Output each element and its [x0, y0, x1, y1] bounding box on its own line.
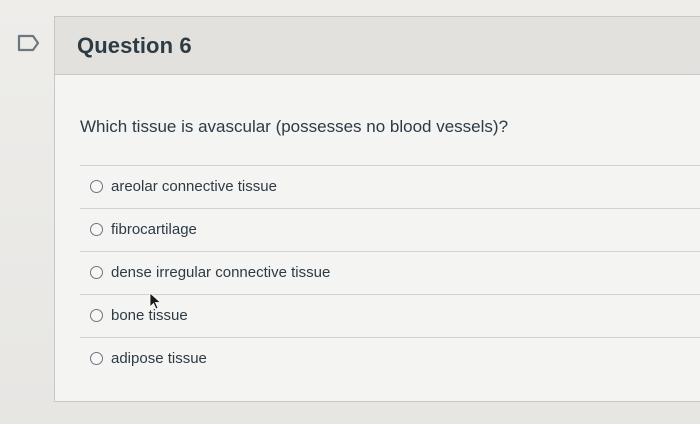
answer-list: areolar connective tissue fibrocartilage…	[80, 165, 700, 380]
radio-button[interactable]	[90, 352, 103, 365]
radio-button[interactable]	[90, 266, 103, 279]
answer-label[interactable]: areolar connective tissue	[111, 178, 277, 195]
answer-option-dense-irregular[interactable]: dense irregular connective tissue	[80, 251, 700, 294]
mouse-pointer-icon	[149, 292, 162, 310]
question-text: Which tissue is avascular (possesses no …	[80, 117, 509, 136]
answer-option-areolar[interactable]: areolar connective tissue	[80, 165, 700, 208]
question-card: Question 6 Which tissue is avascular (po…	[54, 16, 700, 402]
answer-label[interactable]: fibrocartilage	[111, 221, 197, 238]
flag-question-icon[interactable]	[16, 33, 42, 53]
answer-label[interactable]: dense irregular connective tissue	[111, 264, 330, 281]
answer-label[interactable]: adipose tissue	[111, 350, 207, 367]
quiz-page: Question 6 Which tissue is avascular (po…	[0, 0, 700, 424]
question-title: Question 6	[77, 33, 192, 58]
answer-option-fibrocartilage[interactable]: fibrocartilage	[80, 208, 700, 251]
radio-button[interactable]	[90, 223, 103, 236]
radio-button[interactable]	[90, 180, 103, 193]
radio-button[interactable]	[90, 309, 103, 322]
answer-option-bone[interactable]: bone tissue	[80, 294, 700, 337]
question-header: Question 6	[55, 17, 700, 75]
answer-option-adipose[interactable]: adipose tissue	[80, 337, 700, 380]
